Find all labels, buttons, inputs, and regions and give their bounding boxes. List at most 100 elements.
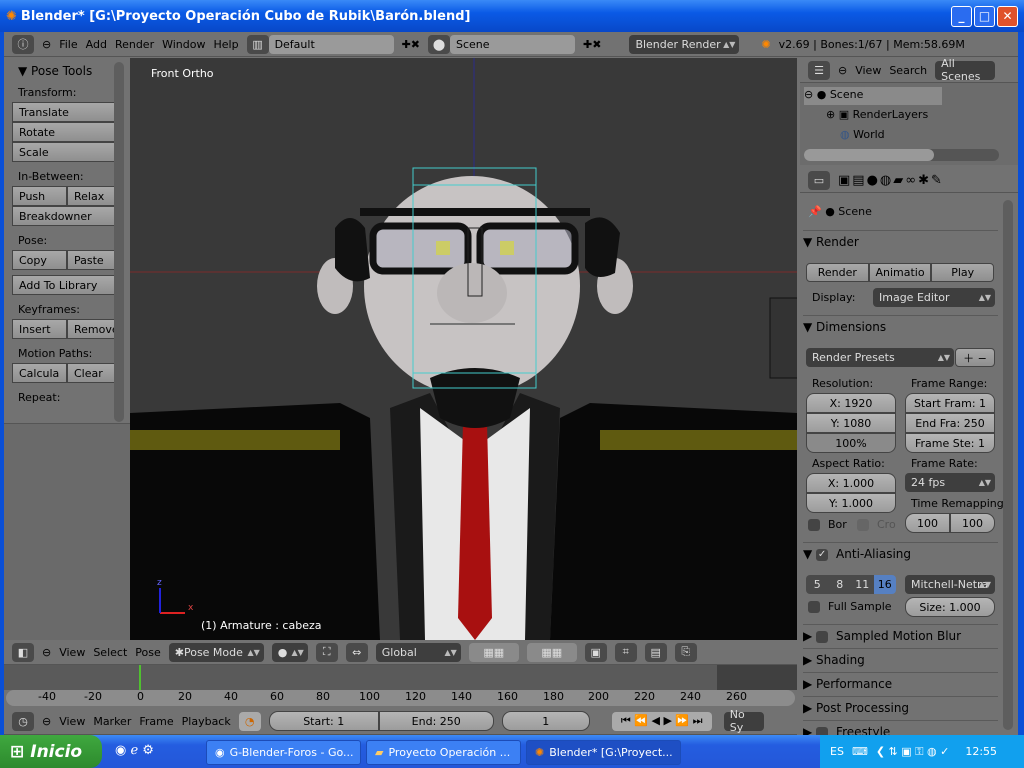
dimensions-panel-header[interactable]: ▼ Dimensions bbox=[803, 315, 998, 334]
render-presets-select[interactable]: Render Presets ▲▼ bbox=[806, 348, 954, 367]
render-engine-select[interactable]: Blender Render ▲▼ bbox=[629, 34, 740, 54]
remap-new-field[interactable]: 100 bbox=[950, 513, 995, 533]
aa-sample-11[interactable]: 11 bbox=[851, 575, 874, 594]
task-blender[interactable]: ✺ Blender* [G:\Proyect... bbox=[526, 740, 681, 765]
resolution-y-field[interactable]: Y: 1080 bbox=[806, 413, 896, 433]
full-sample-checkbox[interactable]: Full Sample bbox=[808, 600, 892, 613]
menu-marker[interactable]: Marker bbox=[93, 715, 131, 728]
end-frame-prop[interactable]: End Fra: 250 bbox=[905, 413, 995, 433]
timeline-area[interactable] bbox=[4, 665, 797, 690]
play-button[interactable]: Play bbox=[931, 263, 995, 282]
language-indicator[interactable]: ES bbox=[830, 745, 844, 758]
outliner-filter-select[interactable]: All Scenes bbox=[935, 57, 996, 83]
tool-shelf-scrollbar[interactable] bbox=[114, 62, 124, 422]
screen-layout-icon[interactable]: ▥ bbox=[246, 34, 269, 54]
render-button[interactable]: Render bbox=[806, 263, 869, 282]
add-layout-icon[interactable]: ✚✖ bbox=[402, 38, 420, 51]
post-processing-panel-header[interactable]: ▶ Post Processing bbox=[803, 696, 998, 715]
info-editor-type-icon[interactable]: ⓘ bbox=[12, 34, 34, 54]
crop-checkbox[interactable]: Cro bbox=[857, 518, 896, 531]
push-button[interactable]: Push bbox=[12, 186, 67, 206]
aa-sample-16[interactable]: 16 bbox=[873, 575, 896, 594]
copy-pose-icon[interactable]: ⎘ bbox=[674, 642, 697, 662]
playback-controls[interactable]: ⏮ ⏪ ◀ ▶ ⏩ ⏭ bbox=[611, 711, 712, 731]
outliner-item-renderlayers[interactable]: ⊕ ▣ RenderLayers bbox=[826, 108, 928, 121]
quick-launch-icons[interactable]: ◉ ℯ ⚙ bbox=[115, 743, 154, 758]
layers-1-icon[interactable]: ▦▦ bbox=[468, 642, 519, 662]
calculate-paths-button[interactable]: Calcula bbox=[12, 363, 67, 383]
add-to-library-button[interactable]: Add To Library bbox=[12, 275, 122, 295]
menu-view[interactable]: View bbox=[59, 646, 85, 659]
outliner-search-menu[interactable]: Search bbox=[889, 64, 927, 77]
menu-select[interactable]: Select bbox=[93, 646, 127, 659]
remap-old-field[interactable]: 100 bbox=[905, 513, 950, 533]
start-frame-field[interactable]: Start: 1 bbox=[268, 711, 379, 731]
collapse-icon[interactable]: ⊖ bbox=[838, 64, 847, 77]
freestyle-panel-header[interactable]: ▶ Freestyle bbox=[803, 720, 998, 735]
menu-help[interactable]: Help bbox=[213, 38, 238, 51]
preset-add-remove[interactable]: ＋ − bbox=[955, 348, 995, 367]
scene-field[interactable]: Scene bbox=[450, 34, 575, 54]
lock-icon[interactable]: ▣ bbox=[584, 642, 607, 662]
outliner-item-scene[interactable]: ⊖ ● Scene bbox=[804, 88, 863, 101]
border-checkbox[interactable]: Bor bbox=[808, 518, 847, 531]
performance-panel-header[interactable]: ▶ Performance bbox=[803, 672, 998, 691]
aa-filter-select[interactable]: Mitchell-Netra ▲▼ bbox=[905, 575, 995, 594]
preview-range-icon[interactable]: ◔ bbox=[238, 711, 261, 731]
translate-button[interactable]: Translate bbox=[12, 102, 122, 122]
render-opengl-icon[interactable]: ▤ bbox=[644, 642, 667, 662]
animation-button[interactable]: Animatio bbox=[868, 263, 932, 282]
screen-layout-field[interactable]: Default bbox=[268, 34, 394, 54]
resolution-x-field[interactable]: X: 1920 bbox=[806, 393, 896, 413]
current-frame-line[interactable] bbox=[139, 665, 141, 690]
pose-tools-header[interactable]: ▼ Pose Tools bbox=[18, 64, 122, 78]
frame-step-prop[interactable]: Frame Ste: 1 bbox=[905, 433, 995, 453]
frame-rate-select[interactable]: 24 fps ▲▼ bbox=[905, 473, 995, 492]
anti-aliasing-panel-header[interactable]: ▼ ✓ Anti-Aliasing bbox=[803, 542, 998, 561]
add-scene-icon[interactable]: ✚✖ bbox=[583, 38, 601, 51]
sync-select[interactable]: No Sy bbox=[723, 708, 764, 734]
menu-window[interactable]: Window bbox=[162, 38, 205, 51]
minimize-button[interactable]: _ bbox=[951, 6, 972, 27]
close-button[interactable]: ✕ bbox=[997, 6, 1018, 27]
manipulator-icon[interactable]: ⇔ bbox=[345, 642, 368, 662]
rotate-button[interactable]: Rotate bbox=[12, 122, 122, 142]
shading-panel-header[interactable]: ▶ Shading bbox=[803, 648, 998, 667]
scale-button[interactable]: Scale bbox=[12, 142, 122, 162]
editor-type-timeline-icon[interactable]: ◷ bbox=[12, 711, 34, 731]
scene-icon[interactable]: ⬤ bbox=[428, 34, 450, 54]
breakdowner-button[interactable]: Breakdowner bbox=[12, 206, 122, 226]
motion-blur-panel-header[interactable]: ▶ Sampled Motion Blur bbox=[803, 624, 998, 643]
menu-frame[interactable]: Frame bbox=[139, 715, 173, 728]
editor-type-properties-icon[interactable]: ▭ bbox=[808, 170, 830, 190]
snap-icon[interactable]: ⌗ bbox=[614, 642, 637, 662]
menu-add[interactable]: Add bbox=[86, 38, 107, 51]
collapse-icon[interactable]: ⊖ bbox=[42, 715, 51, 728]
display-select[interactable]: Image Editor ▲▼ bbox=[873, 288, 995, 307]
aspect-y-field[interactable]: Y: 1.000 bbox=[806, 493, 896, 513]
maximize-button[interactable]: □ bbox=[974, 6, 995, 27]
orientation-select[interactable]: Global ▲▼ bbox=[375, 642, 461, 662]
start-button[interactable]: ⊞ Inicio bbox=[0, 735, 102, 768]
menu-view[interactable]: View bbox=[59, 715, 85, 728]
task-chrome[interactable]: ◉ G-Blender-Foros - Go... bbox=[206, 740, 361, 765]
pivot-icon[interactable]: ⛶ bbox=[315, 642, 338, 662]
aspect-x-field[interactable]: X: 1.000 bbox=[806, 473, 896, 493]
outliner-item-world[interactable]: ◍ World bbox=[840, 128, 885, 141]
keyboard-icon[interactable]: ⌨ bbox=[852, 745, 868, 758]
aa-size-field[interactable]: Size: 1.000 bbox=[905, 597, 995, 617]
copy-pose-button[interactable]: Copy bbox=[12, 250, 67, 270]
properties-scrollbar[interactable] bbox=[1003, 200, 1013, 730]
shading-select[interactable]: ● ▲▼ bbox=[271, 642, 308, 662]
collapse-icon[interactable]: ⊖ bbox=[42, 646, 51, 659]
layers-2-icon[interactable]: ▦▦ bbox=[526, 642, 577, 662]
start-frame-prop[interactable]: Start Fram: 1 bbox=[905, 393, 995, 413]
mode-select[interactable]: ✱ Pose Mode ▲▼ bbox=[168, 642, 264, 662]
menu-render[interactable]: Render bbox=[115, 38, 154, 51]
menu-file[interactable]: File bbox=[59, 38, 77, 51]
end-frame-field[interactable]: End: 250 bbox=[378, 711, 494, 731]
collapse-icon[interactable]: ⊖ bbox=[42, 38, 51, 51]
3d-viewport[interactable]: Front Ortho (1) Armature : cabeza x z bbox=[130, 58, 797, 640]
outliner-hscrollbar[interactable] bbox=[804, 149, 999, 161]
resolution-percent-field[interactable]: 100% bbox=[806, 433, 896, 453]
